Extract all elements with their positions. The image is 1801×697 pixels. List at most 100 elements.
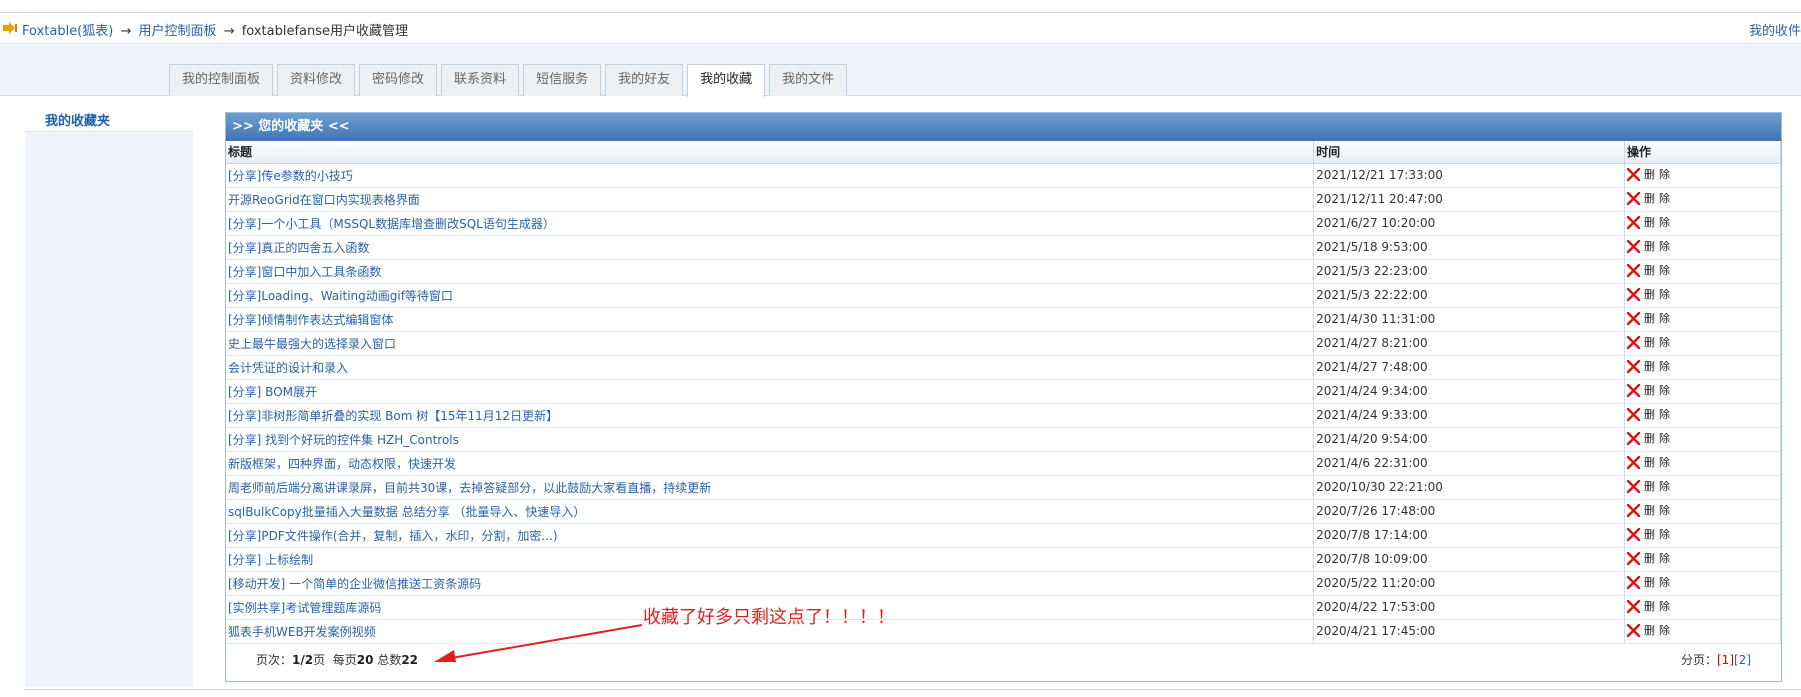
favorite-title-link[interactable]: 周老师前后端分离讲课录屏，目前共30课，去掉答疑部分，以此鼓励大家看直播，持续更… [228, 481, 711, 495]
cell-ops: 删除 [1624, 235, 1782, 260]
red-x-icon [1626, 527, 1640, 541]
delete-button[interactable]: 删除 [1626, 526, 1674, 542]
delete-button[interactable]: 删除 [1626, 334, 1674, 350]
arrow-icon [3, 22, 17, 34]
favorite-title-link[interactable]: 开源ReoGrid在窗口内实现表格界面 [228, 193, 420, 207]
breadcrumb-link-control-panel[interactable]: 用户控制面板 [139, 24, 217, 39]
delete-button[interactable]: 删除 [1626, 166, 1674, 182]
pager-right-label: 分页： [1680, 653, 1717, 667]
delete-button[interactable]: 删除 [1626, 454, 1674, 470]
cell-time: 2021/5/3 22:22:00 [1313, 283, 1625, 308]
cell-time: 2021/4/20 9:54:00 [1313, 427, 1625, 452]
tab-7[interactable]: 我的收藏 [687, 64, 766, 97]
pager-link-2[interactable]: [2] [1734, 653, 1751, 667]
favorite-title-link[interactable]: [分享]传e参数的小技巧 [228, 169, 353, 183]
cell-ops: 删除 [1624, 499, 1782, 524]
sidebar-item-favorites[interactable]: 我的收藏夹 [45, 110, 110, 129]
favorite-title-link[interactable]: [分享]窗口中加入工具条函数 [228, 265, 381, 279]
delete-label: 删除 [1643, 576, 1674, 590]
favorites-panel: >> 您的收藏夹 << 标题 时间 操作 [分享]传e参数的小技巧 2021/12… [225, 112, 1782, 682]
red-x-icon [1626, 623, 1640, 637]
sidebar: 我的收藏夹 [25, 104, 193, 132]
cell-ops: 删除 [1624, 163, 1782, 188]
red-x-icon [1626, 455, 1640, 469]
delete-button[interactable]: 删除 [1626, 238, 1674, 254]
delete-label: 删除 [1643, 552, 1674, 566]
favorite-title-link[interactable]: [分享]倾情制作表达式编辑窗体 [228, 313, 393, 327]
red-x-icon [1626, 551, 1640, 565]
delete-label: 删除 [1643, 528, 1674, 542]
delete-button[interactable]: 删除 [1626, 550, 1674, 566]
cell-ops: 删除 [1624, 619, 1782, 644]
delete-label: 删除 [1643, 336, 1674, 350]
favorite-title-link[interactable]: [分享]真正的四舍五入函数 [228, 241, 369, 255]
favorite-title-link[interactable]: sqlBulkCopy批量插入大量数据 总结分享 （批量导入、快速导入） [228, 505, 585, 519]
red-x-icon [1626, 215, 1640, 229]
favorite-title-link[interactable]: 新版框架，四种界面，动态权限，快速开发 [228, 457, 456, 471]
pager-link-1[interactable]: [1] [1717, 653, 1734, 667]
favorite-title-link[interactable]: [分享] 上标绘制 [228, 553, 313, 567]
cell-time: 2021/4/30 11:31:00 [1313, 307, 1625, 332]
inbox-link[interactable]: 我的收件 [1749, 20, 1801, 39]
delete-button[interactable]: 删除 [1626, 382, 1674, 398]
delete-button[interactable]: 删除 [1626, 286, 1674, 302]
breadcrumb-link-foxtable[interactable]: Foxtable(狐表) [22, 24, 113, 39]
cell-time: 2021/4/24 9:33:00 [1313, 403, 1625, 428]
pager-page-value: 1/2 [292, 653, 314, 667]
delete-label: 删除 [1643, 264, 1674, 278]
favorite-title-link[interactable]: 狐表手机WEB开发案例视频 [228, 625, 376, 639]
delete-button[interactable]: 删除 [1626, 310, 1674, 326]
favorite-title-link[interactable]: [分享]Loading、Waiting动画gif等待窗口 [228, 289, 453, 303]
red-x-icon [1626, 287, 1640, 301]
favorite-title-link[interactable]: [移动开发] 一个简单的企业微信推送工资条源码 [228, 577, 481, 591]
cell-time: 2021/12/21 17:33:00 [1313, 163, 1625, 188]
delete-button[interactable]: 删除 [1626, 190, 1674, 206]
tab-8[interactable]: 我的文件 [769, 64, 848, 96]
tab-2[interactable]: 资料修改 [277, 64, 356, 96]
pager-per-value: 20 [356, 653, 374, 667]
tab-3[interactable]: 密码修改 [359, 64, 438, 96]
annotation-text: 收藏了好多只剩这点了！！！！ [643, 607, 895, 628]
delete-button[interactable]: 删除 [1626, 214, 1674, 230]
tab-1[interactable]: 我的控制面板 [169, 64, 274, 96]
delete-button[interactable]: 删除 [1626, 574, 1674, 590]
table-row: [分享] BOM展开 2021/4/24 9:34:00 删除 [226, 379, 1782, 404]
tab-4[interactable]: 联系资料 [441, 64, 520, 96]
delete-button[interactable]: 删除 [1626, 622, 1674, 638]
cell-time: 2020/7/26 17:48:00 [1313, 499, 1625, 524]
cell-time: 2021/4/24 9:34:00 [1313, 379, 1625, 404]
tab-5[interactable]: 短信服务 [523, 64, 602, 96]
table-row: 开源ReoGrid在窗口内实现表格界面 2021/12/11 20:47:00 删除 [226, 187, 1782, 212]
favorites-table: 标题 时间 操作 [分享]传e参数的小技巧 2021/12/21 17:33:00… [226, 141, 1782, 644]
cell-time: 2021/5/18 9:53:00 [1313, 235, 1625, 260]
favorite-title-link[interactable]: [分享]PDF文件操作(合并，复制，插入，水印，分割，加密...) [228, 529, 558, 543]
delete-button[interactable]: 删除 [1626, 598, 1674, 614]
favorite-title-link[interactable]: 史上最牛最强大的选择录入窗口 [228, 337, 396, 351]
favorite-title-link[interactable]: [分享] 找到个好玩的控件集 HZH_Controls [228, 433, 459, 447]
delete-label: 删除 [1643, 240, 1674, 254]
table-row: [分享]传e参数的小技巧 2021/12/21 17:33:00 删除 [226, 163, 1782, 188]
delete-button[interactable]: 删除 [1626, 358, 1674, 374]
tab-6[interactable]: 我的好友 [605, 64, 684, 96]
favorite-title-link[interactable]: [分享]非树形简单折叠的实现 Bom 树【15年11月12日更新】 [228, 409, 558, 423]
cell-ops: 删除 [1624, 595, 1782, 620]
table-row: [实例共享]考试管理题库源码 2020/4/22 17:53:00 删除 [226, 595, 1782, 620]
delete-button[interactable]: 删除 [1626, 502, 1674, 518]
cell-ops: 删除 [1624, 307, 1782, 332]
pager-page-label: 页次： [256, 653, 293, 667]
table-row: 周老师前后端分离讲课录屏，目前共30课，去掉答疑部分，以此鼓励大家看直播，持续更… [226, 475, 1782, 500]
favorite-title-link[interactable]: [分享] BOM展开 [228, 385, 317, 399]
delete-button[interactable]: 删除 [1626, 262, 1674, 278]
delete-button[interactable]: 删除 [1626, 478, 1674, 494]
cell-time: 2021/6/27 10:20:00 [1313, 211, 1625, 236]
favorite-title-link[interactable]: [分享]一个小工具（MSSQL数据库增查删改SQL语句生成器） [228, 217, 555, 231]
favorites-header: >> 您的收藏夹 << [226, 113, 1781, 141]
breadcrumb-trail: Foxtable(狐表) → 用户控制面板 → foxtablefanse用户收… [22, 20, 408, 39]
favorite-title-link[interactable]: 会计凭证的设计和录入 [228, 361, 348, 375]
delete-button[interactable]: 删除 [1626, 430, 1674, 446]
cell-title: [分享] BOM展开 [226, 379, 1315, 404]
favorite-title-link[interactable]: [实例共享]考试管理题库源码 [228, 601, 381, 615]
delete-button[interactable]: 删除 [1626, 406, 1674, 422]
red-x-icon [1626, 431, 1640, 445]
red-x-icon [1626, 359, 1640, 373]
